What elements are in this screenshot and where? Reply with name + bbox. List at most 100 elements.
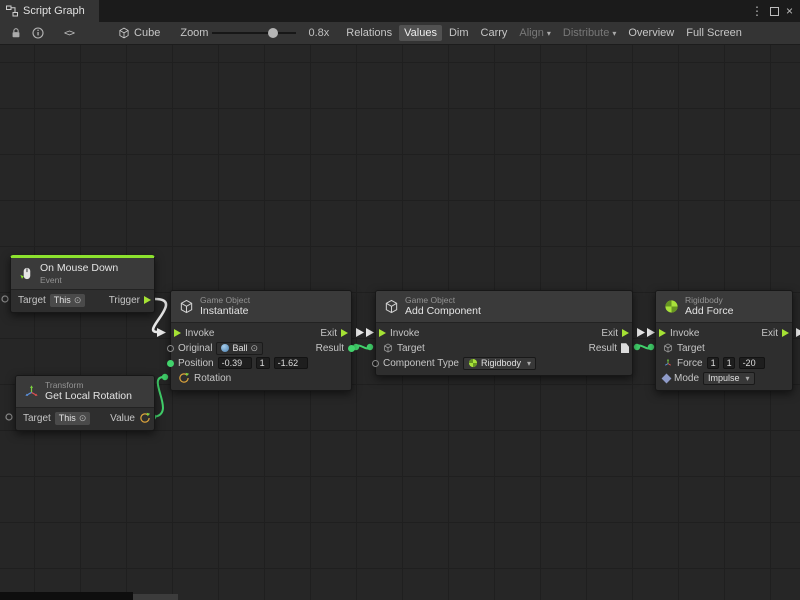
target-object-field[interactable]: This ⊙	[55, 412, 91, 425]
result-port-icon[interactable]	[621, 343, 629, 353]
graph-canvas[interactable]: On Mouse Down Event Target This ⊙ Trigge…	[0, 45, 800, 600]
position-x-input[interactable]: -0.39	[218, 357, 252, 369]
rotation-label: Rotation	[194, 373, 231, 384]
menu-icon[interactable]: ⋮	[751, 5, 763, 17]
port-row: Target	[656, 341, 792, 356]
toolbar-button-relations[interactable]: Relations	[341, 25, 397, 41]
node-add-force[interactable]: Rigidbody Add Force Invoke Exit	[655, 290, 793, 391]
target-gameobject-icon[interactable]	[663, 343, 673, 353]
toolbar-button-distribute[interactable]: Distribute ▾	[558, 25, 621, 41]
force-port-icon[interactable]	[663, 358, 673, 368]
object-picker-icon[interactable]: ⊙	[74, 295, 82, 306]
object-picker-icon[interactable]: ⊙	[250, 343, 258, 354]
toolbar-button-fullscreen[interactable]: Full Screen	[681, 25, 747, 41]
trigger-port[interactable]	[144, 296, 151, 304]
force-label: Force	[677, 358, 703, 369]
target-label: Target	[397, 343, 425, 354]
tab-script-graph[interactable]: Script Graph	[0, 0, 99, 22]
target-port[interactable]	[6, 414, 12, 420]
original-label: Original	[178, 343, 212, 354]
mode-enum-icon[interactable]	[662, 373, 672, 383]
wire-trigger-to-invoke[interactable]	[153, 299, 166, 332]
game-object-icon	[179, 299, 194, 314]
exit-port[interactable]	[341, 329, 348, 337]
transform-icon	[24, 384, 39, 399]
result-label: Result	[589, 343, 617, 354]
wire-exit-to-invoke-1[interactable]	[356, 328, 364, 337]
node-header: Rigidbody Add Force	[656, 291, 792, 323]
lock-icon	[10, 27, 22, 39]
maximize-icon[interactable]	[770, 7, 779, 16]
force-mode-dropdown[interactable]: Impulse ▾	[703, 372, 755, 385]
flow-arrowhead	[647, 328, 655, 337]
node-on-mouse-down[interactable]: On Mouse Down Event Target This ⊙ Trigge…	[10, 255, 155, 313]
rotation-port-icon[interactable]	[178, 372, 190, 384]
exit-port[interactable]	[622, 329, 629, 337]
wire-exit-to-invoke-2[interactable]	[637, 328, 645, 337]
position-port[interactable]	[167, 360, 174, 367]
distribute-label: Distribute	[563, 27, 609, 39]
original-port[interactable]	[167, 345, 174, 352]
target-label: Target	[677, 343, 705, 354]
node-instantiate[interactable]: Game Object Instantiate Invoke Exit Orig…	[170, 290, 352, 391]
port-row: Mode Impulse ▾	[656, 371, 792, 386]
script-graph-icon	[6, 5, 18, 17]
close-icon[interactable]: ×	[786, 5, 793, 17]
node-category: Game Object	[200, 295, 250, 305]
object-picker-icon[interactable]: ⊙	[79, 413, 87, 424]
wire-exit-offscreen[interactable]	[796, 328, 800, 337]
zoom-slider[interactable]	[212, 27, 296, 39]
lock-button[interactable]	[6, 25, 26, 41]
info-button[interactable]	[28, 25, 48, 41]
invoke-label: Invoke	[185, 328, 214, 339]
exit-port[interactable]	[782, 329, 789, 337]
port-row: Force 1 1 -20	[656, 356, 792, 371]
toolbar-button-values[interactable]: Values	[399, 25, 442, 41]
zoom-slider-handle[interactable]	[268, 28, 278, 38]
component-type-port[interactable]	[372, 360, 379, 367]
window-controls: ⋮ ×	[751, 0, 800, 22]
toolbar-button-overview[interactable]: Overview	[623, 25, 679, 41]
flow-arrowhead	[157, 328, 166, 337]
port-row: Invoke Exit	[171, 326, 351, 341]
rotation-value-port-icon[interactable]	[139, 412, 151, 424]
toolbar-button-align[interactable]: Align ▾	[514, 25, 555, 41]
target-port[interactable]	[2, 296, 8, 302]
invoke-port[interactable]	[174, 329, 181, 337]
zoom-slider-track[interactable]	[212, 32, 296, 34]
position-z-input[interactable]: -1.62	[274, 357, 308, 369]
node-title: Get Local Rotation	[45, 390, 132, 403]
value-port-connected[interactable]	[162, 374, 168, 380]
target-gameobject-icon[interactable]	[383, 343, 393, 353]
force-x-input[interactable]: 1	[707, 357, 719, 369]
force-y-input[interactable]: 1	[723, 357, 735, 369]
align-label: Align	[519, 27, 543, 39]
port-row: Target Result	[376, 341, 632, 356]
node-get-local-rotation[interactable]: Transform Get Local Rotation Target This…	[15, 375, 155, 431]
invoke-port[interactable]	[659, 329, 666, 337]
position-y-input[interactable]: 1	[256, 357, 270, 369]
force-z-input[interactable]: -20	[739, 357, 765, 369]
node-subtitle: Event	[40, 275, 118, 285]
mouse-icon	[19, 266, 34, 281]
value-port-connected[interactable]	[367, 344, 373, 350]
node-title: Add Force	[685, 305, 733, 318]
component-type-dropdown[interactable]: Rigidbody ▾	[463, 357, 536, 370]
node-add-component[interactable]: Game Object Add Component Invoke Exit	[375, 290, 633, 376]
graph-target-label: Cube	[134, 27, 160, 39]
target-object-field[interactable]: This ⊙	[50, 294, 86, 307]
toolbar-button-dim[interactable]: Dim	[444, 25, 474, 41]
clipped-node-bottom-edge	[133, 594, 178, 600]
info-icon	[32, 27, 44, 39]
code-view-button[interactable]: <>	[64, 28, 74, 39]
value-port-connected[interactable]	[634, 344, 640, 350]
original-object-field[interactable]: Ball ⊙	[216, 342, 263, 355]
toolbar-button-carry[interactable]: Carry	[476, 25, 513, 41]
titlebar: Script Graph ⋮ ×	[0, 0, 800, 22]
value-port-connected[interactable]	[648, 344, 654, 350]
node-title: Instantiate	[200, 305, 250, 318]
result-port[interactable]	[348, 345, 355, 352]
flow-arrowhead	[366, 328, 374, 337]
graph-target[interactable]: Cube	[118, 27, 160, 39]
invoke-port[interactable]	[379, 329, 386, 337]
